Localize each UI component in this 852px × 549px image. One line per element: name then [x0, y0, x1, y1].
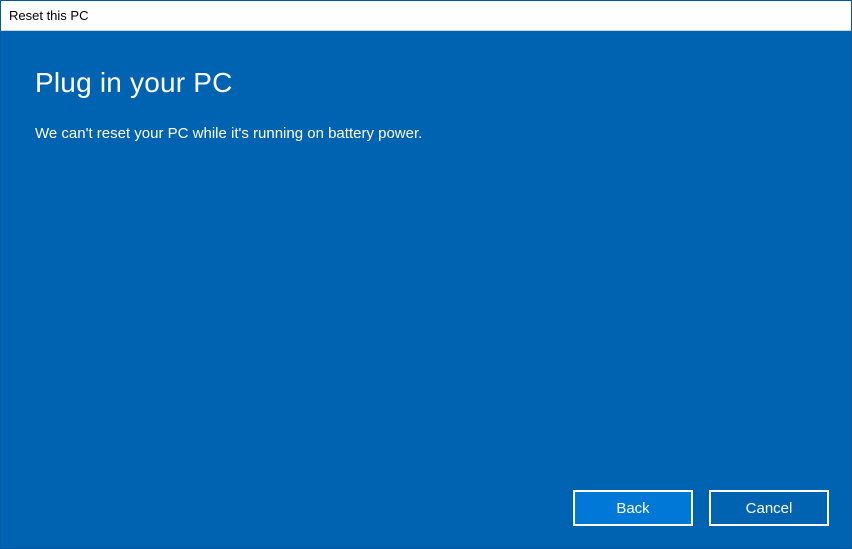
button-row: Back Cancel [573, 490, 829, 526]
window-title: Reset this PC [9, 8, 88, 23]
page-heading: Plug in your PC [35, 67, 817, 99]
titlebar: Reset this PC [1, 1, 851, 31]
dialog-content: Plug in your PC We can't reset your PC w… [1, 31, 851, 548]
cancel-button[interactable]: Cancel [709, 490, 829, 526]
dialog-window: Reset this PC Plug in your PC We can't r… [0, 0, 852, 549]
back-button[interactable]: Back [573, 490, 693, 526]
page-message: We can't reset your PC while it's runnin… [35, 125, 817, 142]
